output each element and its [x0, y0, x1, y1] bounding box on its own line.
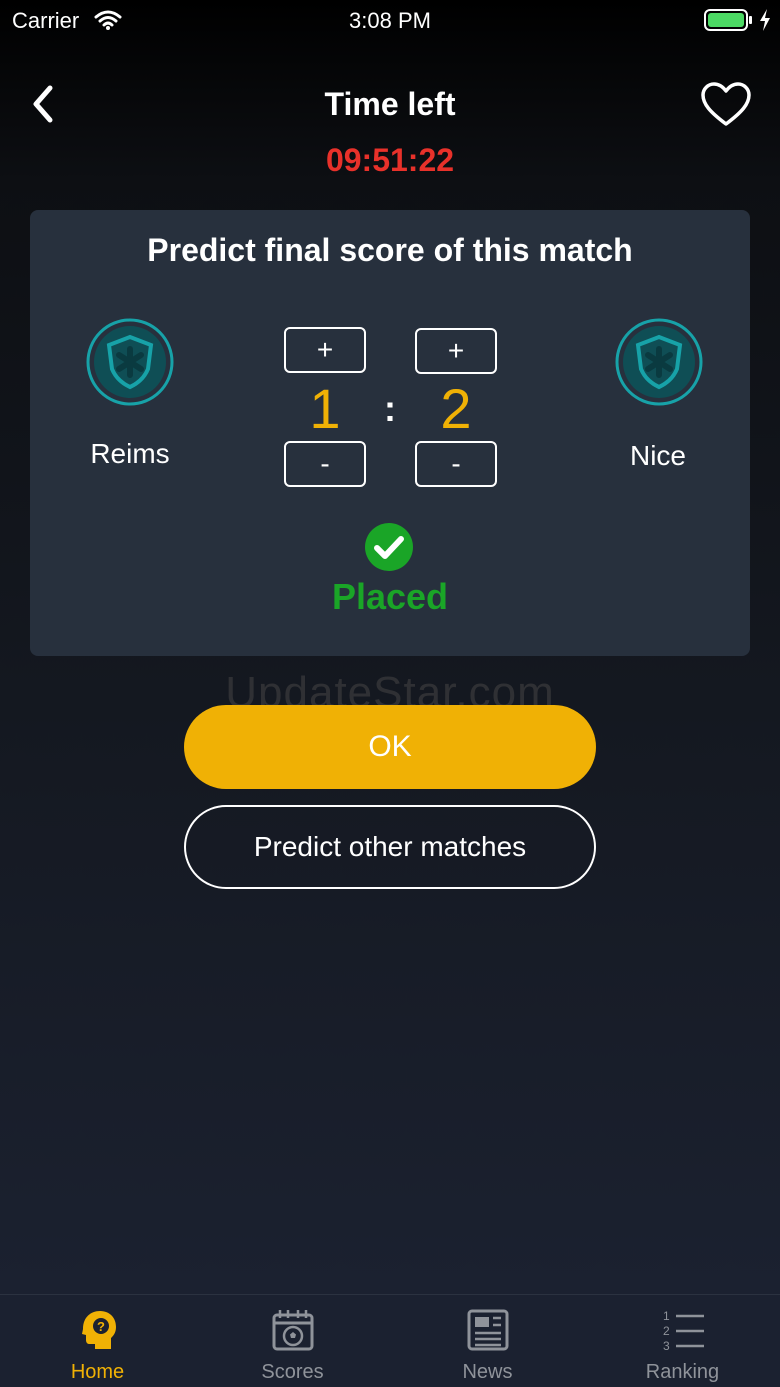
svg-text:3: 3	[663, 1339, 670, 1353]
home-score-value: 1	[309, 377, 341, 440]
page-title: Time left	[324, 86, 456, 122]
status-bar: Carrier 3:08 PM	[0, 0, 780, 40]
svg-text:2: 2	[663, 1324, 670, 1338]
tab-home[interactable]: ? Home	[0, 1295, 195, 1387]
newspaper-icon	[467, 1309, 509, 1351]
prediction-card: Predict final score of this match Reims …	[30, 210, 750, 656]
tab-scores-label: Scores	[261, 1361, 324, 1383]
away-score-increment-button[interactable]: +	[415, 328, 497, 374]
head-question-icon: ?	[82, 1311, 116, 1349]
home-score-decrement-button[interactable]: -	[284, 441, 366, 487]
home-score-increment-button[interactable]: +	[284, 327, 366, 373]
tab-ranking-label: Ranking	[645, 1361, 720, 1383]
svg-text:?: ?	[97, 1319, 105, 1334]
prediction-status: Placed	[331, 576, 449, 617]
ranked-list-icon: 1 2 3	[663, 1309, 704, 1353]
away-score-value: 2	[440, 377, 472, 440]
check-circle-icon	[365, 523, 413, 571]
charging-icon	[760, 9, 770, 31]
battery-icon	[704, 9, 752, 31]
away-score-decrement-button[interactable]: -	[415, 441, 497, 487]
svg-text:1: 1	[663, 1309, 670, 1323]
home-team-logo-icon	[86, 318, 174, 406]
status-time: 3:08 PM	[349, 8, 431, 33]
score-separator: :	[384, 388, 396, 429]
countdown-timer: 09:51:22	[325, 142, 455, 178]
tab-home-label: Home	[70, 1361, 125, 1383]
card-title: Predict final score of this match	[147, 232, 633, 268]
home-team-name: Reims	[90, 438, 170, 469]
away-team-logo-icon	[615, 318, 703, 406]
heart-outline-icon	[701, 82, 751, 126]
away-team-name: Nice	[629, 440, 686, 471]
tab-news-label: News	[462, 1361, 513, 1383]
tab-bar: ? Home Scores News 1 2 3 Ranking	[0, 1294, 780, 1387]
tab-ranking[interactable]: 1 2 3 Ranking	[585, 1295, 780, 1387]
favorite-button[interactable]	[700, 82, 752, 128]
predict-other-matches-button[interactable]: Predict other matches	[184, 805, 596, 889]
tab-scores[interactable]: Scores	[195, 1295, 390, 1387]
tab-news[interactable]: News	[390, 1295, 585, 1387]
ok-button[interactable]: OK	[184, 705, 596, 789]
calendar-ball-icon	[272, 1310, 314, 1351]
